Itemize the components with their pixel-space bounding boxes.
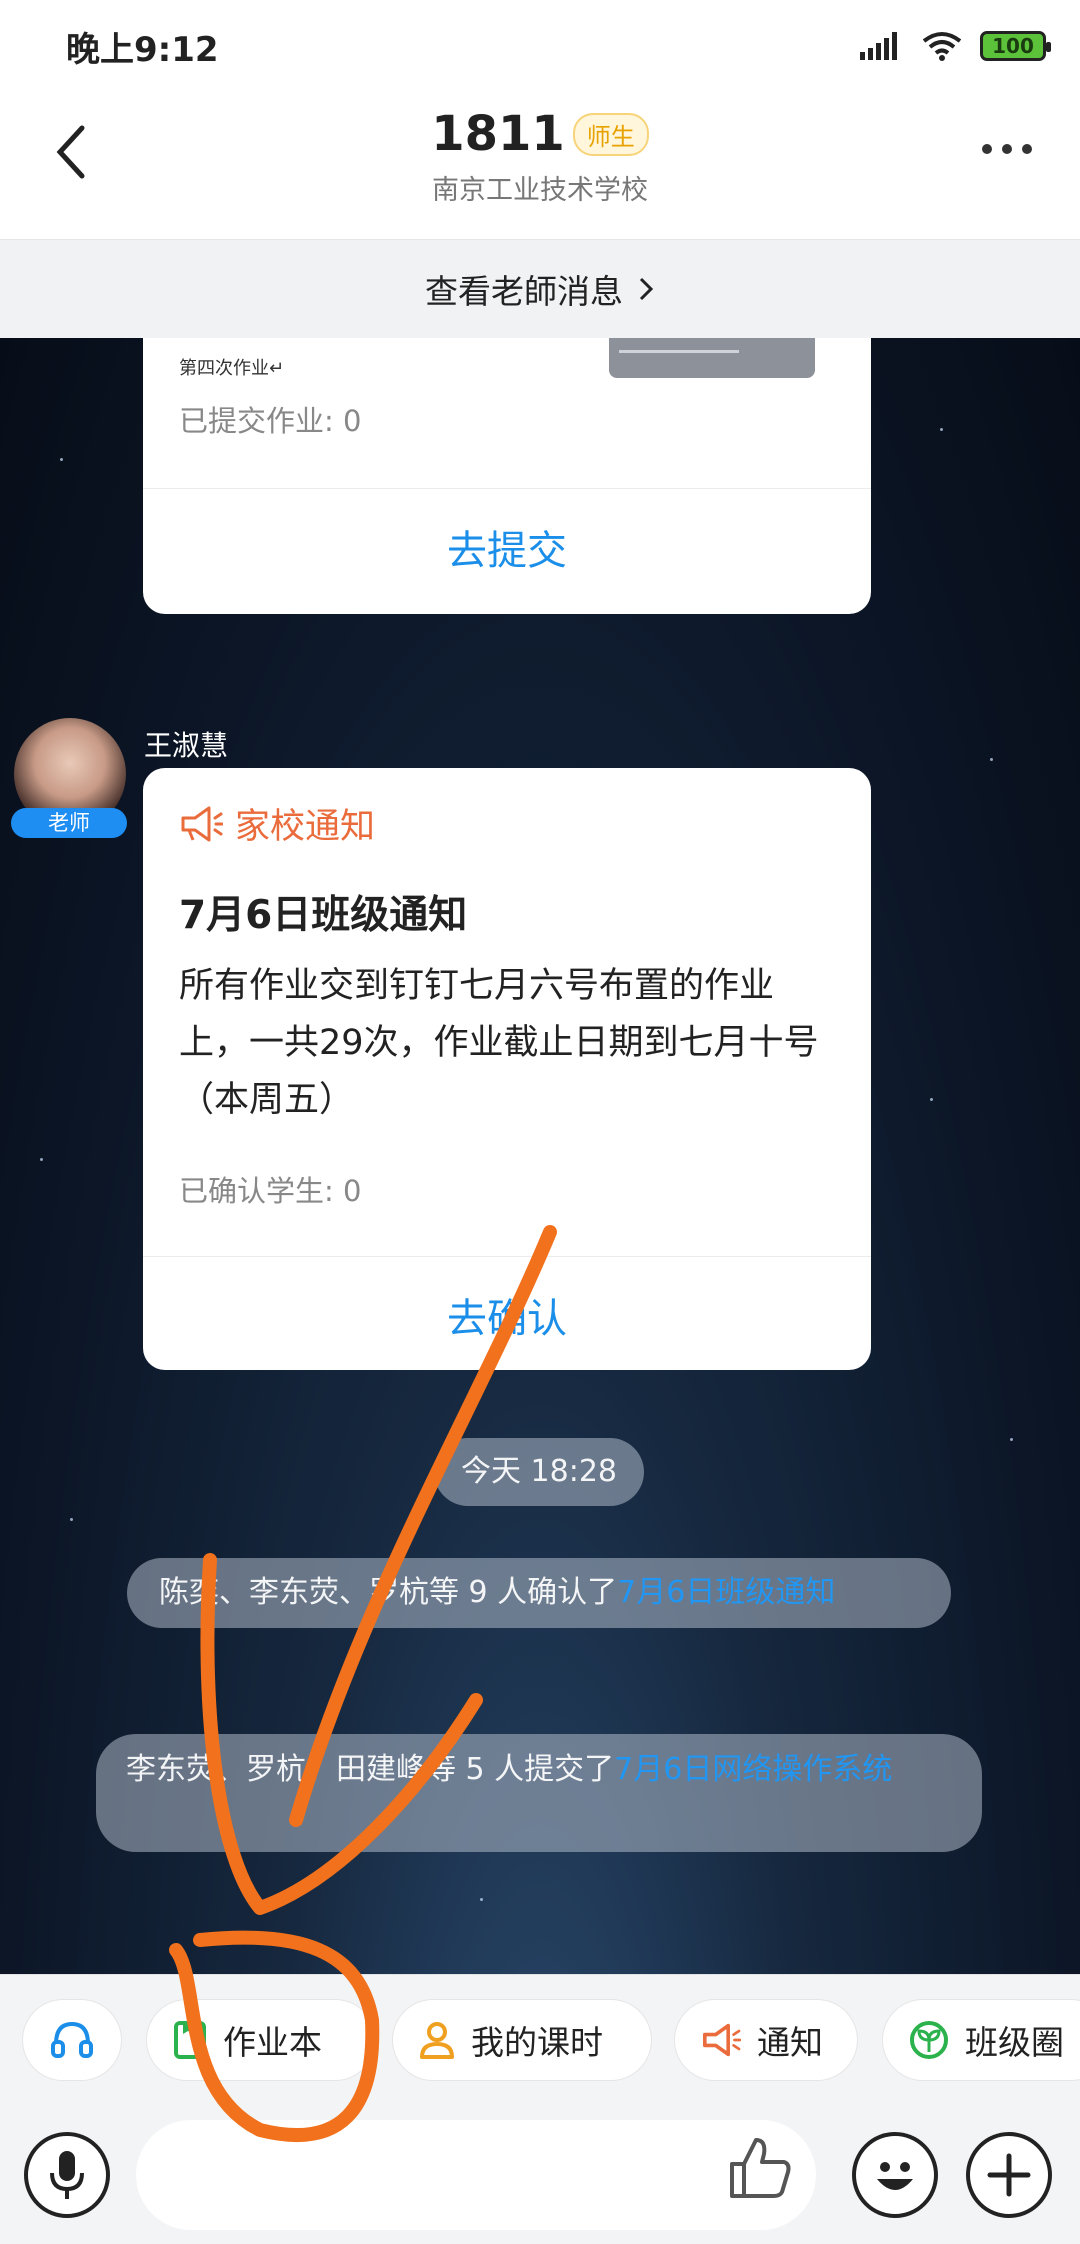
- confirm-button[interactable]: 去确认: [143, 1286, 871, 1344]
- smiley-icon: [877, 2162, 913, 2190]
- headset-icon: [51, 2021, 93, 2058]
- quick-action-label: 通知: [757, 2023, 823, 2062]
- status-icons: 100: [860, 31, 1051, 61]
- header-title-block: 1811 师生 南京工业技术学校: [0, 106, 1080, 207]
- thumbs-up-icon[interactable]: [726, 2134, 794, 2202]
- status-bar: 晚上9:12 100: [0, 0, 1080, 92]
- sprout-icon: [910, 2021, 948, 2059]
- sender-name: 王淑慧: [144, 729, 229, 762]
- view-teacher-messages[interactable]: 查看老師消息: [0, 240, 1080, 338]
- notice-body: 所有作业交到钉钉七月六号布置的作业上，一共29次，作业截止日期到七月十号（本周五…: [179, 966, 819, 1120]
- submitted-count: 已提交作业: 0: [179, 404, 362, 438]
- system-message-text: 陈奕、李东荧、罗杭等 9 人确认了: [159, 1575, 618, 1610]
- notice-type-label: 家校通知: [235, 807, 376, 847]
- homework-attachment-label: 第四次作业↵: [179, 358, 285, 379]
- notice-button[interactable]: 通知: [674, 1999, 858, 2081]
- system-message-submitted: 李东荧、罗杭、田建峰等 5 人提交了7月6日网络操作系统: [96, 1734, 982, 1852]
- quick-action-label: 我的课时: [471, 2023, 603, 2062]
- voice-button[interactable]: [24, 2132, 110, 2218]
- quick-action-bar[interactable]: 作业本 我的课时 通知 班级圈: [0, 1974, 1080, 2100]
- more-options-icon[interactable]: [982, 144, 1032, 154]
- view-teacher-messages-label: 查看老師消息: [425, 272, 623, 311]
- class-circle-button[interactable]: 班级圈: [882, 1999, 1080, 2081]
- school-name: 南京工业技术学校: [432, 175, 648, 206]
- emoji-button[interactable]: [852, 2132, 938, 2218]
- teacher-role-tag: 老师: [11, 808, 127, 838]
- person-icon: [420, 2022, 454, 2059]
- status-time: 晚上9:12: [66, 29, 219, 70]
- quick-action-label: 作业本: [223, 2023, 322, 2062]
- homework-card: 第四次作业↵ 已提交作业: 0 去提交: [143, 338, 871, 614]
- timestamp-pill: 今天 18:28: [434, 1438, 644, 1506]
- my-class-hours-button[interactable]: 我的课时: [392, 1999, 652, 2081]
- card-divider: [143, 1256, 871, 1257]
- notebook-icon: [174, 2021, 206, 2059]
- headset-button[interactable]: [22, 1999, 122, 2081]
- chat-area[interactable]: 第四次作业↵ 已提交作业: 0 去提交 老师 王淑慧 家校通知 7月6日班级通知…: [0, 338, 1080, 1974]
- megaphone-icon: [703, 2023, 741, 2057]
- homework-attachment-thumbnail[interactable]: [609, 338, 815, 378]
- notice-title: 7月6日班级通知: [179, 893, 468, 938]
- system-message-text: 李东荧、罗杭、田建峰等 5 人提交了: [126, 1752, 615, 1787]
- chat-header: 1811 师生 南京工业技术学校: [0, 92, 1080, 240]
- submit-homework-button[interactable]: 去提交: [143, 518, 871, 576]
- homework-book-button[interactable]: 作业本: [146, 1999, 376, 2081]
- notice-type: 家校通知: [179, 798, 375, 849]
- chevron-right-icon: [639, 277, 654, 301]
- group-title: 1811: [431, 106, 565, 162]
- wifi-icon: [922, 32, 962, 61]
- message-input[interactable]: [136, 2120, 816, 2230]
- signal-icon: [860, 32, 897, 60]
- quick-action-label: 班级圈: [965, 2023, 1064, 2062]
- microphone-icon: [50, 2151, 84, 2199]
- input-bar: [0, 2100, 1080, 2244]
- plus-icon: [987, 2153, 1031, 2197]
- group-type-badge: 师生: [572, 112, 649, 156]
- confirmed-count: 已确认学生: 0: [179, 1174, 362, 1208]
- notice-link[interactable]: 7月6日班级通知: [617, 1575, 835, 1610]
- system-message-confirmed: 陈奕、李东荧、罗杭等 9 人确认了7月6日班级通知: [127, 1558, 951, 1628]
- homework-link[interactable]: 7月6日网络操作系统: [614, 1752, 892, 1787]
- card-divider: [143, 488, 871, 489]
- battery-icon: 100: [980, 31, 1051, 61]
- app-screen: 晚上9:12 100 1811 师生 南京工业技术学校 查看老師消息 第四次作业…: [0, 0, 1080, 2244]
- add-more-button[interactable]: [966, 2132, 1052, 2218]
- megaphone-icon: [181, 806, 223, 841]
- school-notice-card[interactable]: 家校通知 7月6日班级通知 所有作业交到钉钉七月六号布置的作业上，一共29次，作…: [143, 768, 871, 1370]
